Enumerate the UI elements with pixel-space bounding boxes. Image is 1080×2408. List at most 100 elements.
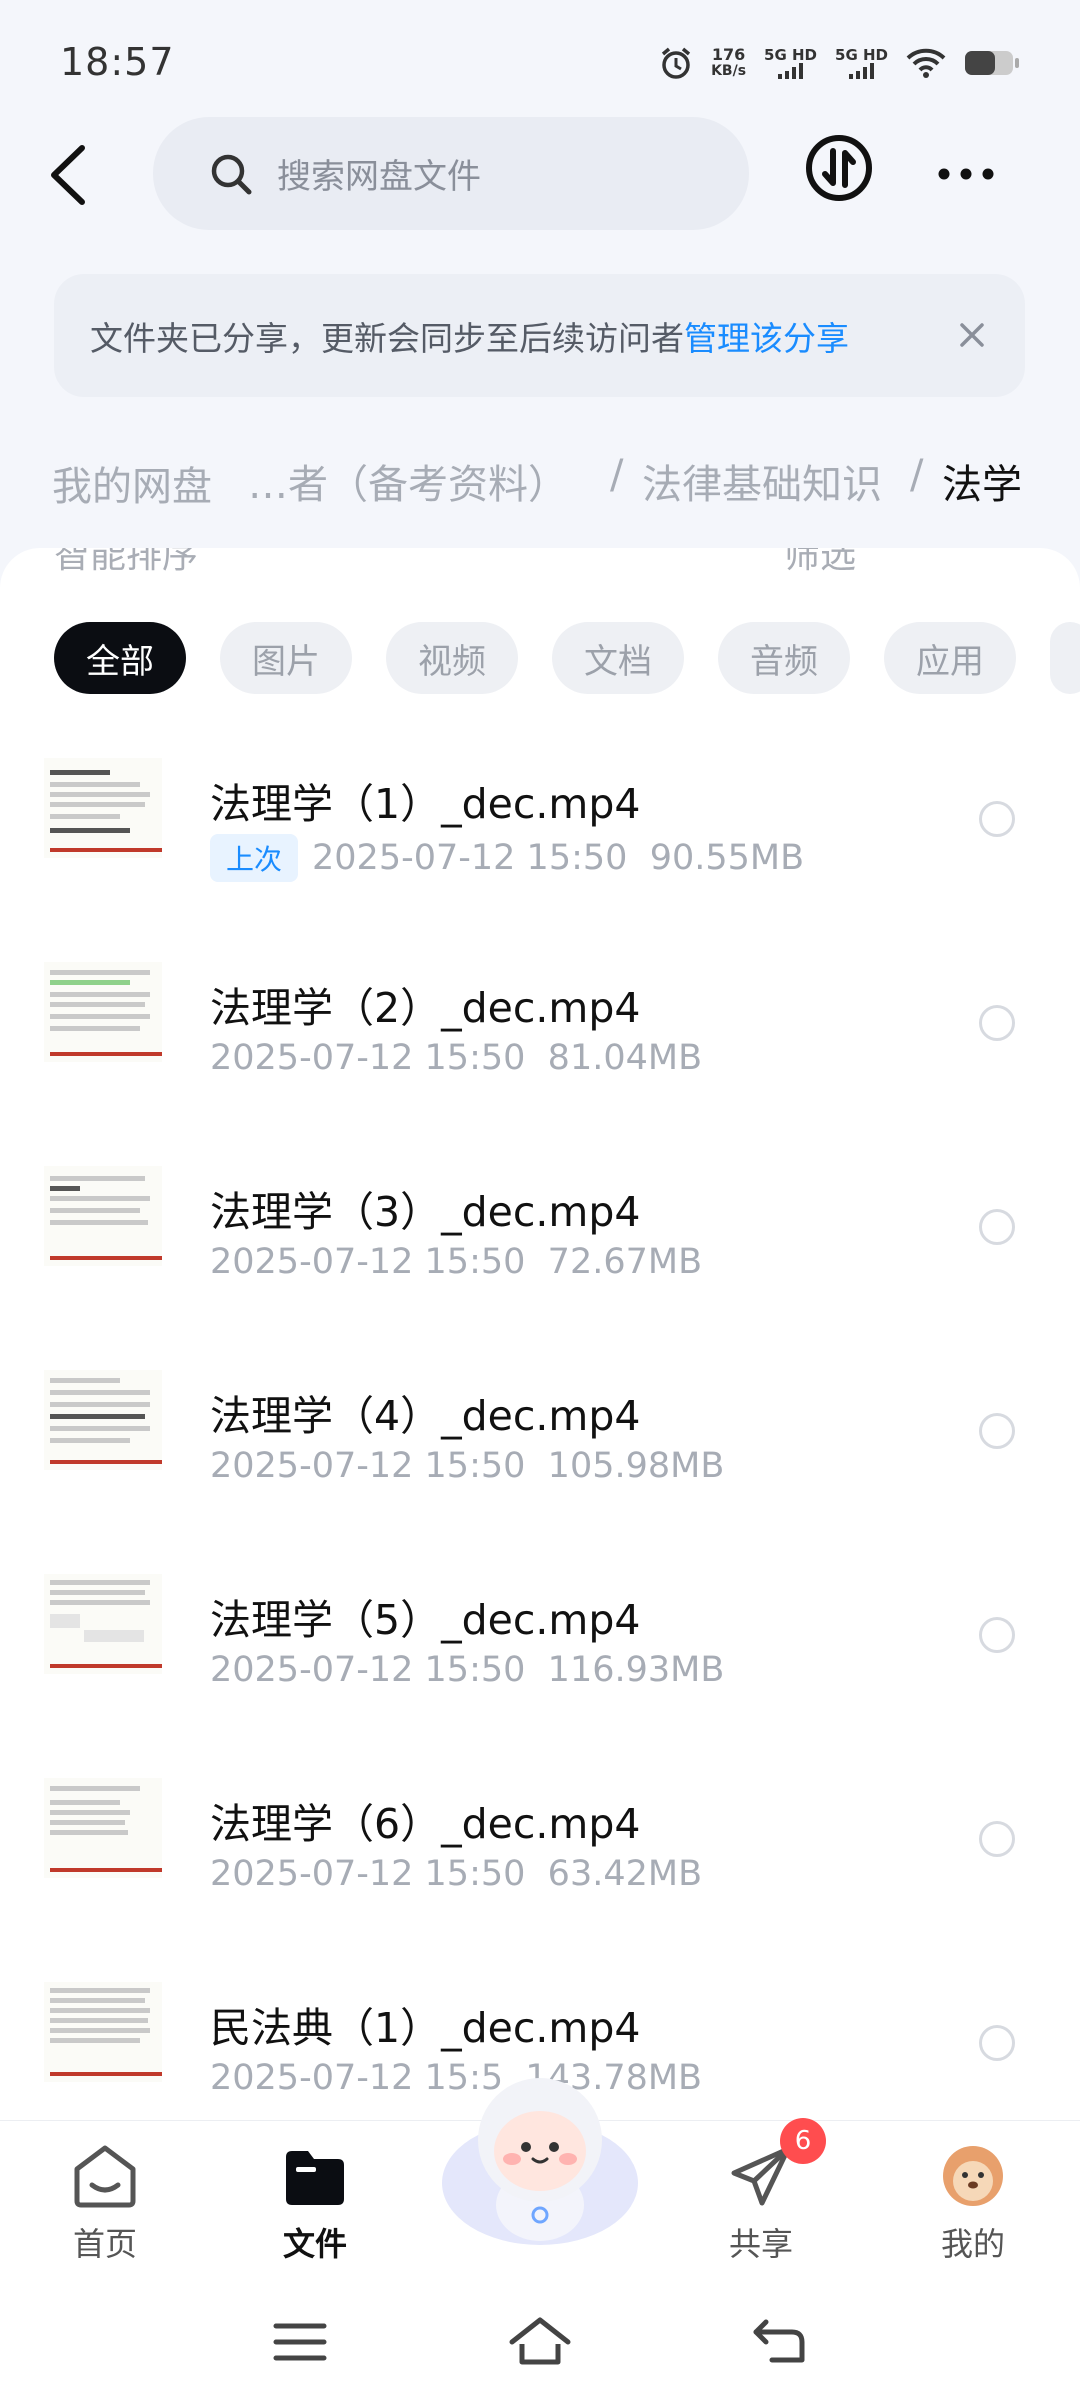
video-thumbnail xyxy=(44,1982,162,2082)
chip-audio[interactable]: 音频 xyxy=(718,622,850,694)
filter-button[interactable]: 筛选 xyxy=(784,548,856,578)
file-size: 81.04MB xyxy=(547,1038,703,1078)
tab-me-label: 我的 xyxy=(940,2225,1005,2263)
signal-1-icon: 5G HD xyxy=(764,47,817,79)
file-date: 2025-07-12 15:50 xyxy=(210,1242,526,1282)
video-thumbnail xyxy=(44,1370,162,1470)
system-icons: 176 KB/s 5G HD 5G HD xyxy=(659,38,1020,88)
file-date: 2025-07-12 15:50 xyxy=(210,1650,526,1690)
file-size: 116.93MB xyxy=(547,1650,725,1690)
search-placeholder: 搜索网盘文件 xyxy=(277,157,481,197)
tab-share-label: 共享 xyxy=(728,2225,793,2263)
home-icon[interactable] xyxy=(508,2314,572,2368)
file-meta: 2025-07-12 15:50 116.93MB xyxy=(210,1650,724,1690)
chip-more[interactable] xyxy=(1050,622,1080,694)
video-thumbnail xyxy=(44,1778,162,1878)
status-time: 18:57 xyxy=(60,40,175,84)
video-thumbnail xyxy=(44,962,162,1062)
battery-icon xyxy=(965,51,1019,75)
breadcrumb-folder-middle[interactable]: …者（备考资料） xyxy=(248,452,568,510)
select-radio[interactable] xyxy=(979,2025,1015,2061)
video-thumbnail xyxy=(44,1574,162,1674)
chip-images[interactable]: 图片 xyxy=(220,622,352,694)
breadcrumb-separator: / xyxy=(610,452,624,498)
share-notice-banner: 文件夹已分享，更新会同步至后续访问者 管理该分享 xyxy=(54,274,1025,397)
breadcrumb-current: 法学 xyxy=(942,462,1022,508)
avatar xyxy=(943,2146,1003,2206)
file-size: 105.98MB xyxy=(547,1446,725,1486)
file-row[interactable]: 法理学（3）_dec.mp4 2025-07-12 15:50 72.67MB xyxy=(0,1126,1080,1330)
breadcrumb-folder-parent[interactable]: 法律基础知识 xyxy=(642,452,882,510)
file-row[interactable]: 法理学（6）_dec.mp4 2025-07-12 15:50 63.42MB xyxy=(0,1738,1080,1942)
chip-documents[interactable]: 文档 xyxy=(552,622,684,694)
share-notice-text: 文件夹已分享，更新会同步至后续访问者 xyxy=(90,318,684,358)
file-name: 法理学（4）_dec.mp4 xyxy=(210,1392,641,1440)
category-chips: 全部 图片 视频 文档 音频 应用 xyxy=(54,622,1080,694)
status-bar: 18:57 176 KB/s 5G HD 5G HD xyxy=(0,0,1080,120)
select-radio[interactable] xyxy=(979,1005,1015,1041)
tab-files[interactable]: 文件 xyxy=(240,2143,390,2265)
select-radio[interactable] xyxy=(979,1209,1015,1245)
signal-2-icon: 5G HD xyxy=(835,47,888,79)
alarm-icon xyxy=(661,47,691,79)
wifi-icon xyxy=(906,48,946,78)
home-face-icon xyxy=(74,2145,136,2208)
chip-apps[interactable]: 应用 xyxy=(884,622,1016,694)
sort-bar: 智能排序 筛选 xyxy=(0,548,1080,578)
share-notification-badge: 6 xyxy=(780,2118,826,2164)
ai-assistant-mascot[interactable] xyxy=(430,2055,650,2255)
file-name: 民法典（1）_dec.mp4 xyxy=(210,2004,641,2052)
file-name: 法理学（1）_dec.mp4 xyxy=(210,780,641,828)
file-name: 法理学（3）_dec.mp4 xyxy=(210,1188,641,1236)
search-icon xyxy=(211,154,252,194)
manage-share-link[interactable]: 管理该分享 xyxy=(684,312,849,360)
file-row[interactable]: 法理学（2）_dec.mp4 2025-07-12 15:50 81.04MB xyxy=(0,922,1080,1126)
file-meta: 2025-07-12 15:50 81.04MB xyxy=(210,1038,702,1078)
chip-videos[interactable]: 视频 xyxy=(386,622,518,694)
select-radio[interactable] xyxy=(979,1617,1015,1653)
tab-home-label: 首页 xyxy=(72,2225,137,2263)
breadcrumb-home[interactable]: 我的网盘 xyxy=(26,440,238,526)
file-date: 2025-07-12 15:50 xyxy=(210,1854,526,1894)
close-icon[interactable] xyxy=(949,312,995,358)
tab-files-label: 文件 xyxy=(282,2225,347,2263)
breadcrumb-separator: / xyxy=(910,452,924,498)
menu-icon[interactable] xyxy=(272,2320,328,2364)
last-played-badge: 上次 xyxy=(210,834,299,882)
select-radio[interactable] xyxy=(979,1413,1015,1449)
search-input[interactable]: 搜索网盘文件 xyxy=(153,117,749,230)
file-name: 法理学（5）_dec.mp4 xyxy=(210,1596,641,1644)
file-date: 2025-07-12 15:50 xyxy=(210,1446,526,1486)
file-row[interactable]: 法理学（4）_dec.mp4 2025-07-12 15:50 105.98MB xyxy=(0,1330,1080,1534)
tab-home[interactable]: 首页 xyxy=(30,2143,180,2265)
back-arrow-icon[interactable] xyxy=(40,140,100,210)
file-size: 72.67MB xyxy=(547,1242,703,1282)
file-meta: 2025-07-12 15:50 63.42MB xyxy=(210,1854,702,1894)
file-meta: 2025-07-12 15:50 72.67MB xyxy=(210,1242,702,1282)
transfer-icon[interactable] xyxy=(804,133,874,203)
file-row[interactable]: 法理学（1）_dec.mp4 上次 2025-07-12 15:50 90.55M… xyxy=(0,718,1080,922)
file-size: 90.55MB xyxy=(649,838,805,878)
file-meta: 2025-07-12 15:50 105.98MB xyxy=(210,1446,724,1486)
file-name: 法理学（6）_dec.mp4 xyxy=(210,1800,641,1848)
select-radio[interactable] xyxy=(979,801,1015,837)
file-name: 法理学（2）_dec.mp4 xyxy=(210,984,641,1032)
folder-icon xyxy=(286,2151,344,2205)
more-options-icon[interactable] xyxy=(936,150,996,190)
chip-all[interactable]: 全部 xyxy=(54,622,186,694)
file-meta: 上次 2025-07-12 15:50 90.55MB xyxy=(210,834,804,882)
file-row[interactable]: 法理学（5）_dec.mp4 2025-07-12 15:50 116.93MB xyxy=(0,1534,1080,1738)
system-navigation-bar xyxy=(0,2280,1080,2408)
net-speed: 176 KB/s xyxy=(711,45,747,79)
file-list-panel: 智能排序 筛选 全部 图片 视频 文档 音频 应用 法理学（1）_dec.mp4… xyxy=(0,548,1080,2120)
select-radio[interactable] xyxy=(979,1821,1015,1857)
breadcrumb: 我的网盘 …者（备考资料） / 法律基础知识 / 法学 xyxy=(0,420,1080,540)
file-date: 2025-07-12 15:50 xyxy=(312,838,628,878)
video-thumbnail xyxy=(44,1166,162,1266)
file-date: 2025-07-12 15:50 xyxy=(210,1038,526,1078)
video-thumbnail xyxy=(44,758,162,858)
file-size: 63.42MB xyxy=(547,1854,703,1894)
back-icon[interactable] xyxy=(752,2316,808,2366)
tab-me[interactable]: 我的 xyxy=(898,2143,1048,2265)
sort-button[interactable]: 智能排序 xyxy=(54,548,198,578)
